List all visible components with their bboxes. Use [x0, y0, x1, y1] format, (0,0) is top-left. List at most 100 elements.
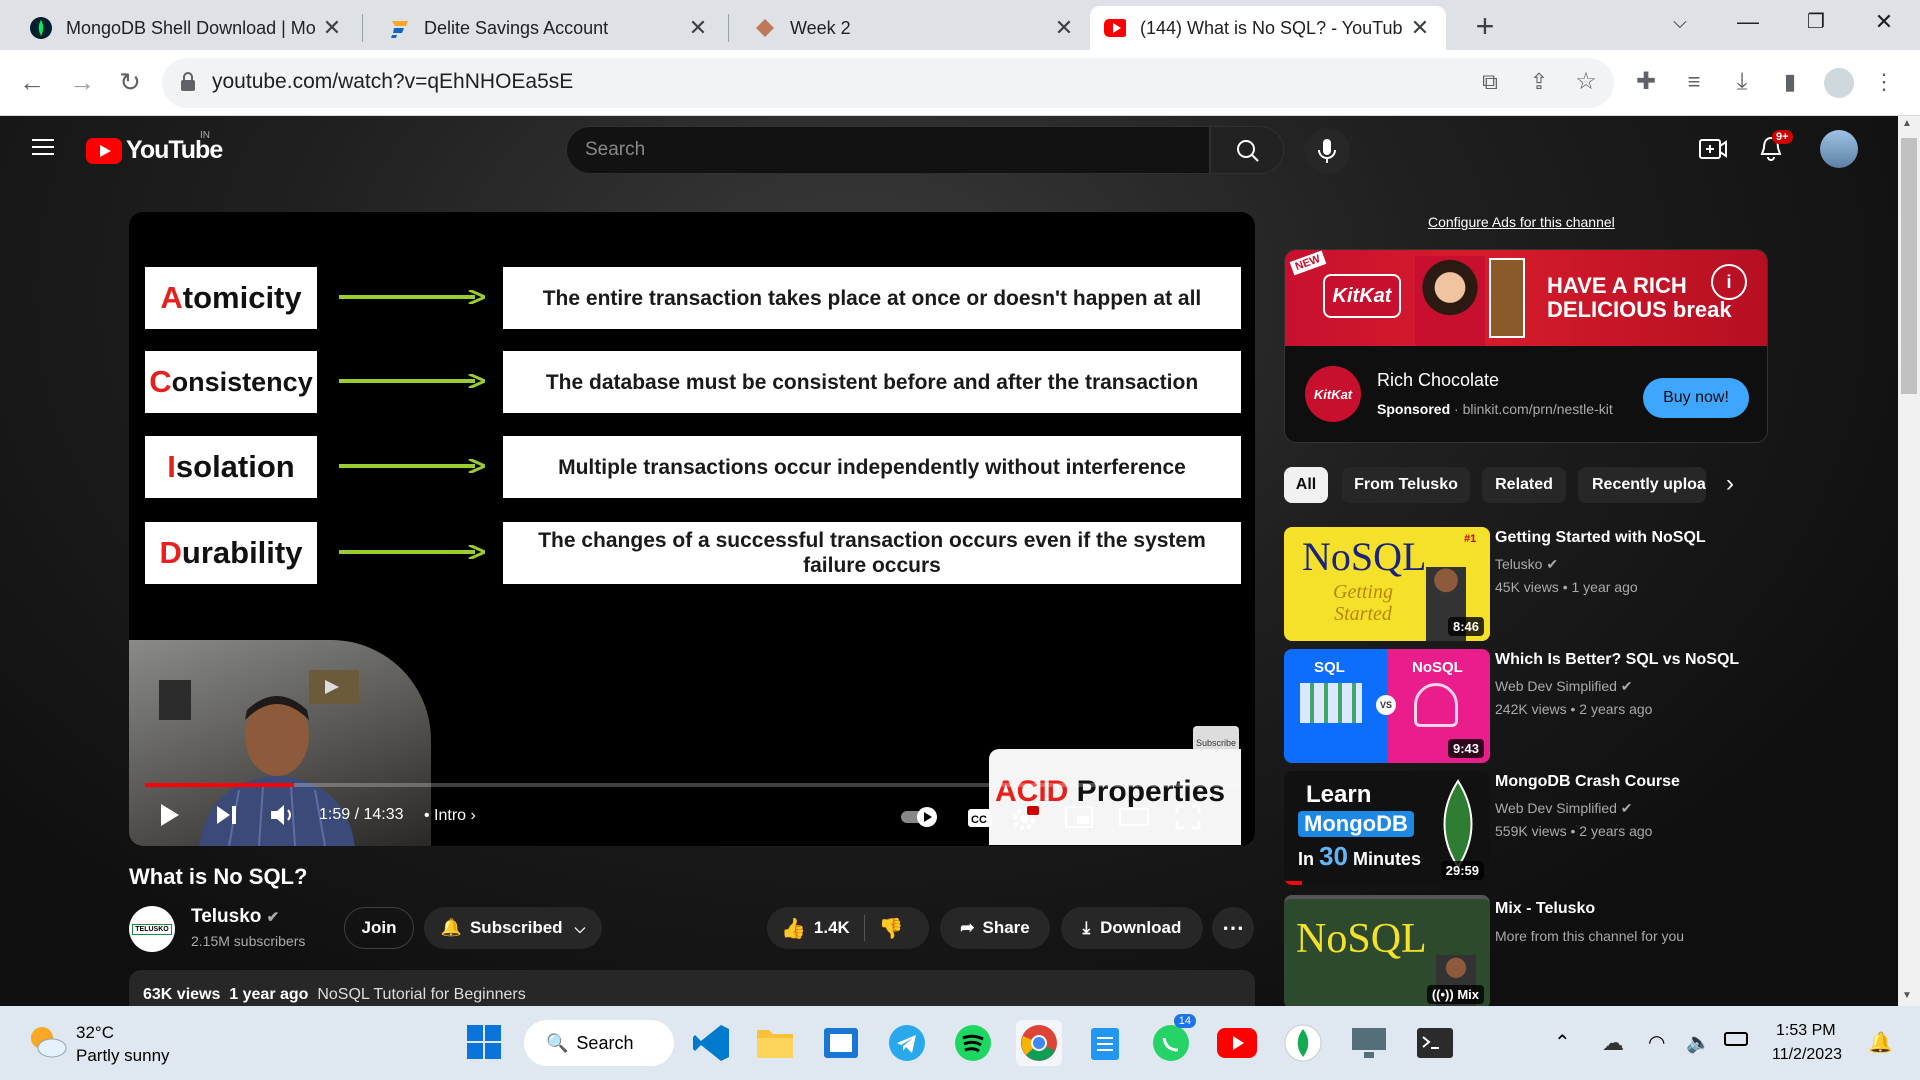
- show-hidden-icons-chevron-icon[interactable]: ⌃: [1554, 1030, 1571, 1055]
- join-button[interactable]: Join: [344, 907, 414, 949]
- close-icon[interactable]: ✕: [1052, 15, 1076, 41]
- chip-all[interactable]: All: [1284, 467, 1328, 503]
- channel-avatar[interactable]: TELUSKO: [129, 906, 175, 952]
- profile-avatar[interactable]: [1824, 68, 1854, 98]
- rec-thumbnail-mix[interactable]: NoSQL ((•)) Mix: [1284, 895, 1490, 1009]
- forward-arrow-icon[interactable]: →: [62, 62, 102, 102]
- mongodb-compass-icon[interactable]: [1280, 1020, 1326, 1066]
- close-icon[interactable]: ✕: [686, 15, 710, 41]
- close-icon[interactable]: ✕: [1408, 15, 1432, 41]
- weather-temperature[interactable]: 32°C: [76, 1023, 114, 1043]
- file-explorer-icon[interactable]: [752, 1020, 798, 1066]
- bookmark-star-icon[interactable]: ☆: [1566, 62, 1606, 102]
- youtube-app-icon[interactable]: [1214, 1020, 1260, 1066]
- rec-title[interactable]: Mix - Telusko: [1495, 900, 1595, 918]
- scroll-up-arrow-icon[interactable]: ▲: [1902, 118, 1912, 129]
- restore-button[interactable]: ❐: [1782, 0, 1850, 44]
- thumbs-up-icon[interactable]: 👍: [781, 916, 806, 941]
- hamburger-menu-icon[interactable]: [32, 134, 54, 160]
- reload-icon[interactable]: ↻: [110, 62, 150, 102]
- tab-search-chevron-icon[interactable]: ⌵: [1646, 0, 1714, 44]
- scroll-down-arrow-icon[interactable]: ▼: [1902, 990, 1912, 1001]
- notepad-icon[interactable]: [1082, 1020, 1128, 1066]
- download-button[interactable]: ⤓ Download: [1061, 907, 1203, 949]
- taskbar-search[interactable]: 🔍 Search: [524, 1020, 674, 1066]
- rec-thumbnail[interactable]: NoSQL Getting Started #1 8:46: [1284, 527, 1490, 641]
- back-arrow-icon[interactable]: ←: [12, 62, 52, 102]
- rec-title[interactable]: MongoDB Crash Course: [1495, 773, 1680, 791]
- onedrive-cloud-icon[interactable]: ☁: [1602, 1030, 1624, 1056]
- captions-icon[interactable]: CC: [967, 808, 993, 828]
- share-button[interactable]: ➦ Share: [940, 907, 1050, 949]
- downloads-icon[interactable]: ⤓: [1722, 62, 1762, 102]
- weather-sun-cloud-icon[interactable]: [26, 1022, 68, 1060]
- volume-icon[interactable]: [269, 802, 297, 828]
- close-icon[interactable]: ✕: [320, 15, 344, 41]
- news-app-icon[interactable]: [818, 1020, 864, 1066]
- notification-center-bell-icon[interactable]: 🔔: [1868, 1030, 1893, 1055]
- autoplay-toggle-icon[interactable]: [899, 806, 941, 828]
- ad-title[interactable]: Rich Chocolate: [1377, 370, 1499, 391]
- advertiser-logo[interactable]: KitKat: [1305, 366, 1361, 422]
- extensions-puzzle-icon[interactable]: ✚: [1626, 62, 1666, 102]
- clock-date[interactable]: 11/2/2023: [1772, 1046, 1842, 1064]
- theater-mode-icon[interactable]: [1119, 806, 1149, 828]
- chip-from-telusko[interactable]: From Telusko: [1342, 467, 1470, 503]
- open-in-app-icon[interactable]: ⧉: [1470, 62, 1510, 102]
- channel-name[interactable]: Telusko ✔: [191, 906, 279, 928]
- miniplayer-icon[interactable]: [1065, 806, 1093, 828]
- info-icon[interactable]: i: [1711, 264, 1747, 300]
- spotify-icon[interactable]: [950, 1020, 996, 1066]
- ad-card[interactable]: NEW KitKat HAVE A RICH DELICIOUS break i…: [1284, 249, 1768, 443]
- terminal-icon[interactable]: [1412, 1020, 1458, 1066]
- minimize-button[interactable]: —: [1714, 0, 1782, 44]
- rec-thumbnail[interactable]: SQL NoSQL VS 9:43: [1284, 649, 1490, 763]
- volume-speaker-icon[interactable]: 🔈: [1686, 1030, 1711, 1055]
- browser-tab-mongodb[interactable]: MongoDB Shell Download | Mo ✕: [16, 6, 358, 50]
- play-icon[interactable]: [159, 802, 181, 828]
- search-input[interactable]: Search: [566, 126, 1210, 174]
- notifications-bell[interactable]: 9+: [1756, 130, 1793, 164]
- rec-channel[interactable]: Telusko ✔: [1495, 556, 1558, 573]
- browser-tab-delite[interactable]: Delite Savings Account ✕: [374, 6, 724, 50]
- rec-title[interactable]: Getting Started with NoSQL: [1495, 529, 1706, 547]
- account-avatar[interactable]: [1820, 130, 1858, 168]
- voice-search-button[interactable]: [1304, 128, 1350, 174]
- close-window-button[interactable]: ✕: [1850, 0, 1918, 44]
- remote-desktop-icon[interactable]: [1346, 1020, 1392, 1066]
- url-text[interactable]: youtube.com/watch?v=qEhNHOEa5sE: [212, 70, 573, 94]
- windows-start-icon[interactable]: [466, 1024, 502, 1060]
- rec-channel[interactable]: Web Dev Simplified ✔: [1495, 800, 1633, 817]
- telegram-icon[interactable]: [884, 1020, 930, 1066]
- like-count[interactable]: 1.4K: [814, 918, 850, 938]
- wifi-icon[interactable]: ◠: [1648, 1030, 1665, 1055]
- new-tab-button[interactable]: +: [1466, 8, 1504, 46]
- whatsapp-icon[interactable]: 14: [1148, 1014, 1196, 1066]
- fullscreen-icon[interactable]: [1175, 804, 1201, 830]
- search-button[interactable]: [1210, 126, 1284, 174]
- next-video-icon[interactable]: [215, 804, 239, 826]
- chevron-right-icon[interactable]: ›: [1726, 470, 1734, 498]
- rec-thumbnail[interactable]: Learn MongoDB In 30 Minutes 29:59: [1284, 771, 1490, 885]
- buy-now-button[interactable]: Buy now!: [1643, 378, 1749, 418]
- thumbs-down-icon[interactable]: 👎: [879, 916, 904, 941]
- clock-time[interactable]: 1:53 PM: [1776, 1022, 1836, 1040]
- media-controls-icon[interactable]: ≡: [1674, 62, 1714, 102]
- chrome-icon[interactable]: [1016, 1020, 1062, 1066]
- battery-icon[interactable]: [1724, 1032, 1748, 1046]
- create-video-icon[interactable]: [1698, 136, 1728, 162]
- configure-ads-link[interactable]: Configure Ads for this channel: [1428, 214, 1615, 230]
- video-player[interactable]: Atomicity The entire transaction takes p…: [129, 212, 1255, 846]
- settings-gear-icon[interactable]: [1011, 804, 1039, 832]
- browser-tab-youtube[interactable]: (144) What is No SQL? - YouTub ✕: [1090, 6, 1446, 50]
- weather-description[interactable]: Partly sunny: [76, 1046, 170, 1066]
- chip-related[interactable]: Related: [1482, 467, 1566, 503]
- chip-recently-uploaded[interactable]: Recently uploa: [1578, 467, 1706, 503]
- more-actions-icon[interactable]: ⋯: [1212, 907, 1254, 949]
- progress-bar[interactable]: [145, 783, 1239, 787]
- chapter-button[interactable]: • Intro ›: [424, 807, 476, 825]
- scrollbar-thumb[interactable]: [1901, 138, 1917, 394]
- rec-title[interactable]: Which Is Better? SQL vs NoSQL: [1495, 651, 1739, 669]
- browser-menu-icon[interactable]: ⋮: [1864, 62, 1904, 102]
- browser-tab-week2[interactable]: Week 2 ✕: [740, 6, 1090, 50]
